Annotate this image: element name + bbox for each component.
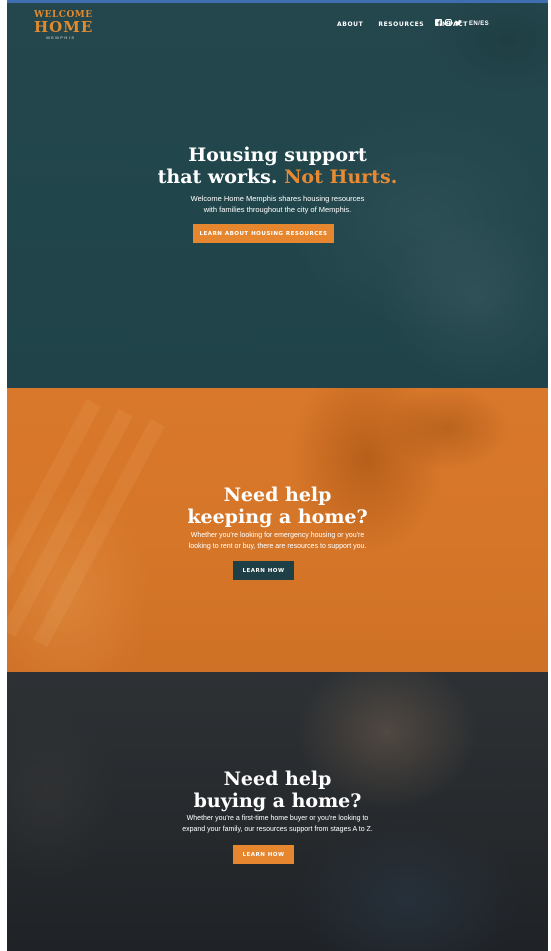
buying-home-title: Need help buying a home? xyxy=(7,768,548,812)
buying-home-subtitle-line1: Whether you're a first-time home buyer o… xyxy=(186,815,369,822)
keeping-home-subtitle-line2: looking to rent or buy, there are resour… xyxy=(188,543,367,550)
nav-resources[interactable]: RESOURCES xyxy=(378,21,424,28)
keeping-home-learn-how-button[interactable]: LEARN HOW xyxy=(233,561,294,580)
hero-subtitle-line2: with families throughout the city of Mem… xyxy=(203,205,352,214)
keeping-home-title: Need help keeping a home? xyxy=(7,484,548,528)
buying-home-title-line2: buying a home? xyxy=(193,790,362,812)
keeping-home-title-line2: keeping a home? xyxy=(187,506,368,528)
hero-subtitle: Welcome Home Memphis shares housing reso… xyxy=(7,193,548,215)
facebook-icon[interactable] xyxy=(435,19,442,26)
hero-title-accent: Not Hurts. xyxy=(284,166,398,188)
hero-section: WELCOME HOME MEMPHIS ABOUT RESOURCES IMP… xyxy=(7,0,548,388)
learn-about-housing-resources-button[interactable]: LEARN ABOUT HOUSING RESOURCES xyxy=(193,224,334,243)
top-border xyxy=(7,0,548,3)
logo[interactable]: WELCOME HOME MEMPHIS xyxy=(34,11,94,45)
keeping-home-subtitle-line1: Whether you're looking for emergency hou… xyxy=(190,532,365,539)
buying-home-title-line1: Need help xyxy=(223,768,332,790)
page: WELCOME HOME MEMPHIS ABOUT RESOURCES IMP… xyxy=(7,0,548,951)
hero-title-line1: Housing support xyxy=(188,144,367,166)
nav-about[interactable]: ABOUT xyxy=(337,21,363,28)
buying-home-subtitle-line2: expand your family, our resources suppor… xyxy=(182,826,373,833)
hero-subtitle-line1: Welcome Home Memphis shares housing reso… xyxy=(190,194,365,203)
social-links xyxy=(435,19,462,26)
keeping-home-subtitle: Whether you're looking for emergency hou… xyxy=(7,530,548,552)
keeping-home-section: Need help keeping a home? Whether you're… xyxy=(7,388,548,672)
keeping-home-title-line1: Need help xyxy=(223,484,332,506)
buying-home-section: Need help buying a home? Whether you're … xyxy=(7,672,548,951)
instagram-icon[interactable] xyxy=(445,19,452,26)
buying-home-subtitle: Whether you're a first-time home buyer o… xyxy=(7,813,548,835)
buying-home-learn-how-button[interactable]: LEARN HOW xyxy=(233,845,294,864)
twitter-icon[interactable] xyxy=(455,19,462,26)
language-toggle[interactable]: EN/ES xyxy=(469,21,489,27)
hero-title-line2: that works. xyxy=(157,166,278,188)
hero-title: Housing support that works. Not Hurts. xyxy=(7,144,548,188)
logo-main-text: HOME xyxy=(34,18,94,36)
